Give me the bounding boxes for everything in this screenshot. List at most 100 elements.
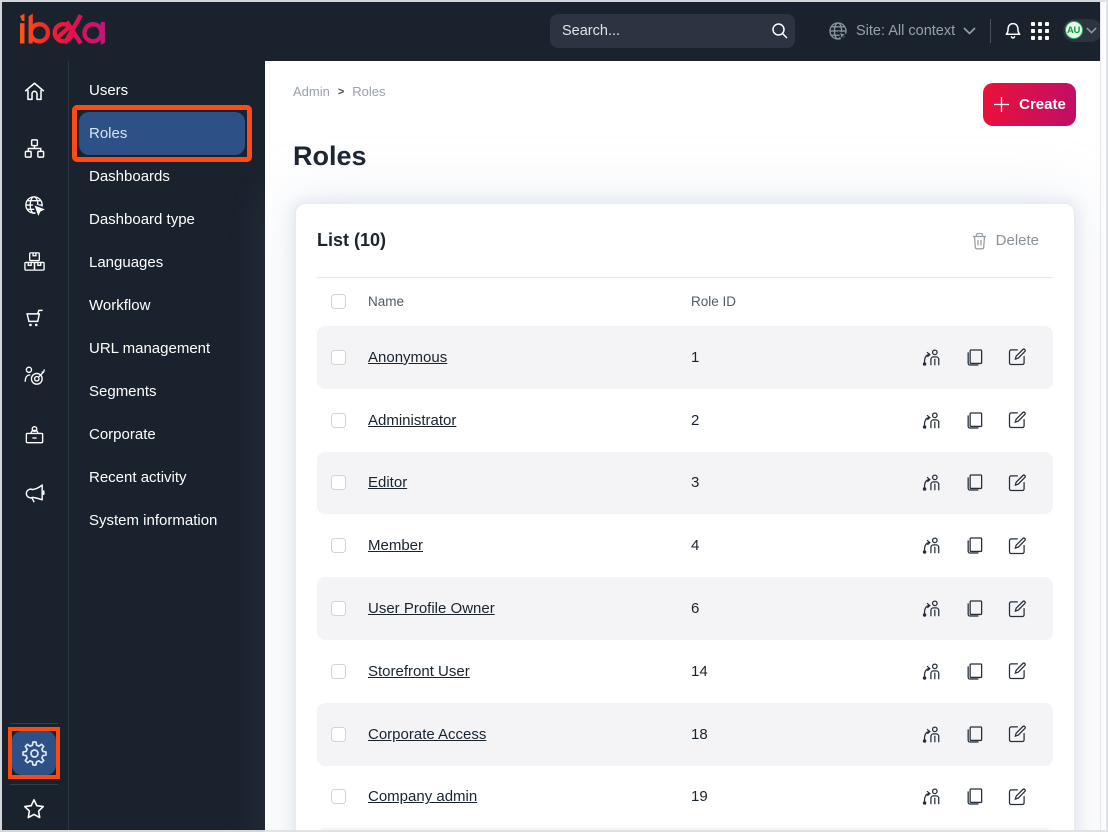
breadcrumb-admin[interactable]: Admin bbox=[293, 84, 330, 99]
menu-item-dashboard-type[interactable]: Dashboard type bbox=[79, 198, 245, 241]
rail-item-globe-cursor[interactable] bbox=[0, 194, 68, 217]
rail-item-sitemap[interactable] bbox=[0, 137, 68, 160]
select-all-checkbox[interactable] bbox=[331, 293, 346, 309]
role-name-anchor[interactable]: Editor bbox=[368, 474, 407, 491]
role-name-anchor[interactable]: Corporate Access bbox=[368, 726, 486, 743]
scrollbar[interactable] bbox=[1100, 0, 1108, 832]
role-name-anchor[interactable]: Company admin bbox=[368, 788, 477, 805]
menu-item-url-management[interactable]: URL management bbox=[79, 327, 245, 370]
menu-item-segments[interactable]: Segments bbox=[79, 370, 245, 413]
chevron-down-icon bbox=[963, 26, 976, 35]
row-checkbox[interactable] bbox=[331, 789, 346, 805]
menu-item-roles[interactable]: Roles bbox=[72, 104, 252, 162]
icon-rail bbox=[0, 61, 68, 832]
create-button-label: Create bbox=[1019, 96, 1066, 113]
delete-button-label: Delete bbox=[995, 232, 1039, 249]
role-id-cell: 18 bbox=[691, 725, 708, 743]
table-body: Anonymous 1 Administrator 2 Editor 3 Member 4 Us… bbox=[317, 326, 1053, 832]
row-checkbox[interactable] bbox=[331, 601, 346, 617]
assign-users-button[interactable] bbox=[921, 787, 941, 807]
delete-button[interactable]: Delete bbox=[971, 232, 1039, 250]
copy-role-button[interactable] bbox=[964, 473, 984, 493]
row-checkbox[interactable] bbox=[331, 349, 346, 365]
role-name-link: Storefront User bbox=[368, 663, 691, 680]
column-header-role-id: Role ID bbox=[691, 293, 737, 309]
edit-role-button[interactable] bbox=[1007, 410, 1027, 430]
rail-item-home[interactable] bbox=[0, 80, 68, 103]
row-checkbox[interactable] bbox=[331, 538, 346, 554]
copy-role-button[interactable] bbox=[964, 599, 984, 619]
assign-users-button[interactable] bbox=[921, 473, 941, 493]
search-box[interactable] bbox=[550, 14, 795, 48]
table-row: Editor 3 bbox=[317, 451, 1053, 515]
ibexa-logo[interactable] bbox=[18, 10, 106, 48]
rail-item-megaphone[interactable] bbox=[0, 481, 68, 504]
edit-role-button[interactable] bbox=[1007, 536, 1027, 556]
menu-item-corporate[interactable]: Corporate bbox=[79, 413, 245, 456]
role-id-cell: 14 bbox=[691, 662, 708, 680]
rail-divider-top bbox=[10, 723, 58, 724]
rail-item-admin-active[interactable] bbox=[8, 727, 60, 779]
apps-grid-button[interactable] bbox=[1031, 0, 1049, 61]
globe-icon bbox=[829, 21, 848, 41]
edit-role-button[interactable] bbox=[1007, 473, 1027, 493]
role-name-link: Company admin bbox=[368, 788, 691, 805]
copy-role-button[interactable] bbox=[964, 724, 984, 744]
assign-users-button[interactable] bbox=[921, 661, 941, 681]
bell-icon bbox=[1005, 22, 1021, 39]
topbar-divider bbox=[990, 19, 991, 43]
copy-role-button[interactable] bbox=[964, 410, 984, 430]
rail-item-packages[interactable] bbox=[0, 250, 68, 273]
row-checkbox[interactable] bbox=[331, 475, 346, 491]
role-id-cell: 2 bbox=[691, 411, 700, 429]
menu-item-system-information[interactable]: System information bbox=[79, 499, 245, 542]
avatar: AU bbox=[1064, 21, 1083, 39]
role-name-anchor[interactable]: Anonymous bbox=[368, 349, 447, 366]
card-header-divider bbox=[317, 277, 1053, 278]
assign-users-button[interactable] bbox=[921, 724, 941, 744]
menu-item-languages[interactable]: Languages bbox=[79, 241, 245, 284]
copy-role-button[interactable] bbox=[964, 661, 984, 681]
site-context-label: Site: All context bbox=[856, 22, 956, 39]
create-button[interactable]: Create bbox=[983, 83, 1076, 126]
row-checkbox[interactable] bbox=[331, 726, 346, 742]
table-row: User Profile Owner 6 bbox=[317, 577, 1053, 640]
site-context-switcher[interactable]: Site: All context bbox=[828, 0, 976, 61]
table-row: Corporate Access 18 bbox=[317, 702, 1053, 766]
rail-item-bookmarks[interactable] bbox=[0, 797, 68, 821]
search-input[interactable] bbox=[562, 23, 771, 39]
rail-item-badge[interactable] bbox=[0, 424, 68, 447]
row-checkbox[interactable] bbox=[331, 412, 346, 428]
menu-item-workflow[interactable]: Workflow bbox=[79, 284, 245, 327]
assign-users-button[interactable] bbox=[921, 599, 941, 619]
edit-role-button[interactable] bbox=[1007, 347, 1027, 367]
breadcrumb-roles: Roles bbox=[352, 84, 386, 99]
copy-role-button[interactable] bbox=[964, 347, 984, 367]
role-name-anchor[interactable]: Administrator bbox=[368, 412, 456, 429]
assign-users-button[interactable] bbox=[921, 347, 941, 367]
role-name-anchor[interactable]: User Profile Owner bbox=[368, 600, 495, 617]
edit-role-button[interactable] bbox=[1007, 724, 1027, 744]
rail-item-target[interactable] bbox=[0, 365, 68, 388]
top-bar: Site: All context AU bbox=[0, 0, 1102, 61]
role-name-anchor[interactable]: Storefront User bbox=[368, 663, 470, 680]
assign-users-button[interactable] bbox=[921, 536, 941, 556]
notifications-button[interactable] bbox=[1003, 0, 1023, 61]
row-checkbox[interactable] bbox=[331, 663, 346, 679]
copy-role-button[interactable] bbox=[964, 787, 984, 807]
user-menu[interactable]: AU bbox=[1063, 18, 1102, 42]
page-title: Roles bbox=[293, 141, 367, 171]
menu-item-dashboards[interactable]: Dashboards bbox=[79, 155, 245, 198]
user-menu-chevron-icon bbox=[1085, 26, 1097, 34]
rail-item-cart[interactable] bbox=[0, 307, 68, 330]
copy-role-button[interactable] bbox=[964, 536, 984, 556]
menu-item-recent-activity[interactable]: Recent activity bbox=[79, 456, 245, 499]
breadcrumb: Admin > Roles bbox=[293, 84, 386, 99]
edit-role-button[interactable] bbox=[1007, 787, 1027, 807]
side-menu: Users Roles Dashboards Dashboard type Langua… bbox=[68, 61, 265, 832]
edit-role-button[interactable] bbox=[1007, 599, 1027, 619]
assign-users-button[interactable] bbox=[921, 410, 941, 430]
table-row: Administrator 2 bbox=[317, 389, 1053, 452]
edit-role-button[interactable] bbox=[1007, 661, 1027, 681]
role-name-anchor[interactable]: Member bbox=[368, 537, 423, 554]
